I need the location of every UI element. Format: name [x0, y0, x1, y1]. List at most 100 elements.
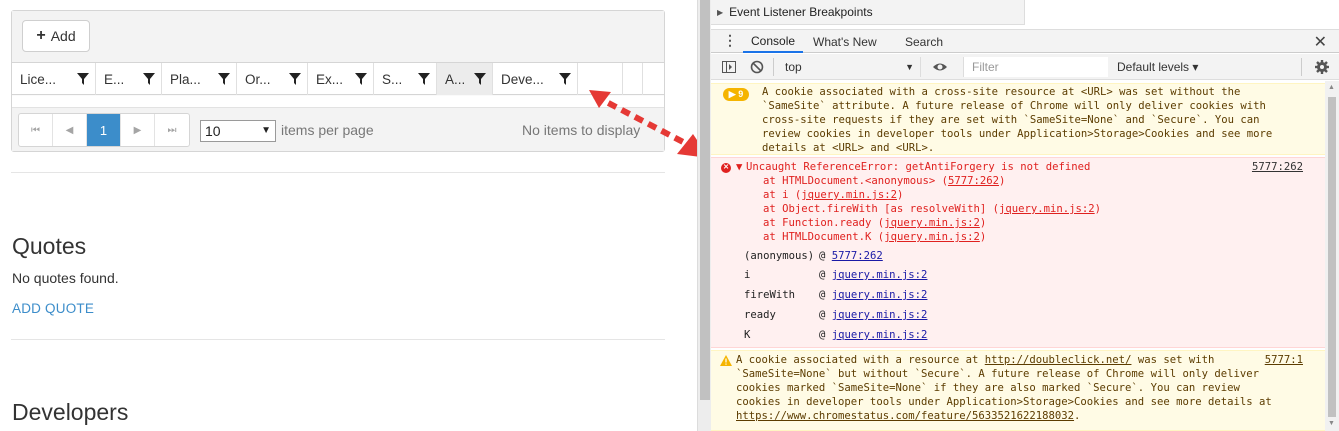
- column-header-order[interactable]: Or...: [237, 63, 308, 95]
- tab-console[interactable]: Console: [743, 30, 804, 53]
- filter-icon[interactable]: [474, 73, 486, 85]
- filter-icon[interactable]: [418, 73, 430, 85]
- filter-icon[interactable]: [77, 73, 89, 85]
- event-listener-breakpoints[interactable]: ▶ Event Listener Breakpoints: [711, 0, 1025, 25]
- stack-text: ): [896, 189, 904, 201]
- clear-console-icon[interactable]: [749, 59, 765, 75]
- console-scrollbar[interactable]: ▲ ▼: [1325, 81, 1339, 431]
- stack-link[interactable]: jquery.min.js:2: [884, 217, 980, 229]
- grid-pager: ⏮ ◀ 1 ▶ ⏭ 10 ▼ items per page No items t…: [12, 107, 664, 151]
- repeat-count: 9: [738, 89, 744, 99]
- log-levels-dropdown[interactable]: Default levels ▾: [1117, 57, 1198, 77]
- console-warning-message[interactable]: A cookie associated with a resource at h…: [711, 350, 1325, 431]
- frame-link[interactable]: jquery.min.js:2: [832, 329, 928, 341]
- sidebar-toggle-icon[interactable]: [721, 59, 737, 75]
- grid-body: [12, 96, 664, 107]
- developers-title: Developers: [12, 399, 129, 425]
- stack-line: at HTMLDocument.<anonymous> (5777:262): [763, 175, 1005, 189]
- warning-source-link[interactable]: 5777:1: [1265, 354, 1303, 368]
- filter-icon[interactable]: [289, 73, 301, 85]
- column-label: Lice...: [20, 71, 57, 87]
- gear-icon[interactable]: [1314, 59, 1330, 75]
- page-1-button[interactable]: 1: [87, 114, 121, 146]
- column-header-a[interactable]: A...: [437, 63, 493, 95]
- filter-icon[interactable]: [143, 73, 155, 85]
- stack-link[interactable]: jquery.min.js:2: [999, 203, 1095, 215]
- quotes-empty-text: No quotes found.: [12, 270, 119, 286]
- context-select[interactable]: top ▼: [781, 57, 921, 77]
- message-link[interactable]: http://doubleclick.net/: [985, 354, 1132, 366]
- message-link[interactable]: https://www.chromestatus.com/feature/563…: [736, 410, 1074, 422]
- frame-function: K: [744, 329, 751, 341]
- column-label: S...: [382, 71, 403, 87]
- frame-location: @ jquery.min.js:2: [819, 329, 928, 341]
- column-header-developer[interactable]: Deve...: [493, 63, 578, 95]
- eye-icon[interactable]: [932, 59, 948, 75]
- column-label: Or...: [245, 71, 271, 87]
- add-button[interactable]: + Add: [22, 20, 90, 52]
- column-header-e[interactable]: E...: [96, 63, 162, 95]
- column-header-expiry[interactable]: Ex...: [308, 63, 374, 95]
- tab-whats-new[interactable]: What's New: [805, 30, 885, 53]
- next-page-button[interactable]: ▶: [121, 114, 155, 146]
- frame-function: ready: [744, 309, 776, 321]
- grid-header: Lice... E... Pla... Or... Ex... S... A..…: [12, 63, 664, 95]
- tab-search[interactable]: Search: [897, 30, 951, 53]
- page-number: 1: [99, 122, 108, 138]
- console-filter-input[interactable]: Filter: [963, 57, 1108, 77]
- column-label: Ex...: [316, 71, 344, 87]
- scroll-up-icon[interactable]: ▲: [1328, 84, 1335, 91]
- column-header-platform[interactable]: Pla...: [162, 63, 237, 95]
- message-line: review cookies in developer tools under …: [762, 128, 1273, 140]
- message-line: cookies marked `SameSite=None` if they a…: [736, 382, 1240, 394]
- scroll-down-icon[interactable]: ▼: [1328, 420, 1335, 427]
- add-quote-link[interactable]: ADD QUOTE: [12, 301, 94, 316]
- stack-text: ): [979, 217, 987, 229]
- page-size-select[interactable]: 10 ▼: [200, 120, 276, 142]
- message-text: was set with: [1131, 354, 1215, 366]
- stack-link[interactable]: jquery.min.js:2: [884, 231, 980, 243]
- stack-text: at i (: [763, 189, 802, 201]
- first-page-button[interactable]: ⏮: [19, 114, 53, 146]
- message-text: A cookie associated with a resource at: [736, 354, 985, 366]
- frame-link[interactable]: jquery.min.js:2: [832, 269, 928, 281]
- error-source-link[interactable]: 5777:262: [1252, 161, 1303, 175]
- column-header-s[interactable]: S...: [374, 63, 437, 95]
- last-page-button[interactable]: ⏭: [155, 114, 189, 146]
- repeat-count-badge: ▶ 9: [723, 88, 749, 101]
- frame-link[interactable]: jquery.min.js:2: [832, 309, 928, 321]
- stack-link[interactable]: jquery.min.js:2: [801, 189, 897, 201]
- stack-line: at Object.fireWith [as resolveWith] (jqu…: [763, 203, 1101, 217]
- expand-triangle-icon: ▶: [717, 7, 724, 17]
- frame-link[interactable]: 5777:262: [832, 250, 883, 262]
- stack-line: at i (jquery.min.js:2): [763, 189, 903, 203]
- close-icon[interactable]: ✕: [1314, 32, 1327, 52]
- column-header-license[interactable]: Lice...: [12, 63, 96, 95]
- page-scrollbar[interactable]: [697, 0, 711, 431]
- filter-icon[interactable]: [559, 73, 571, 85]
- message-line: cross-site requests if they are set with…: [762, 114, 1260, 126]
- column-label: E...: [104, 71, 125, 87]
- section-label: Event Listener Breakpoints: [729, 5, 873, 19]
- console-error-message[interactable]: ✕ ▼ Uncaught ReferenceError: getAntiForg…: [711, 157, 1325, 348]
- expand-triangle-icon[interactable]: ▼: [736, 161, 742, 175]
- message-line: cookies in developer tools under Applica…: [736, 396, 1272, 408]
- stack-text: at Object.fireWith [as resolveWith] (: [763, 203, 999, 215]
- divider: [11, 339, 665, 340]
- previous-page-button[interactable]: ◀: [53, 114, 87, 146]
- more-icon[interactable]: ⋮: [723, 33, 737, 47]
- scrollbar-thumb[interactable]: [700, 0, 710, 400]
- console-warning-message[interactable]: ▶ 9 A cookie associated with a cross-sit…: [711, 83, 1325, 155]
- message-line: `SameSite` attribute. A future release o…: [762, 100, 1266, 112]
- separator: [773, 58, 774, 76]
- filter-icon[interactable]: [218, 73, 230, 85]
- filter-icon[interactable]: [355, 73, 367, 85]
- caret-down-icon: ▼: [261, 125, 271, 136]
- next-page-icon: ▶: [133, 124, 142, 136]
- stack-link[interactable]: 5777:262: [948, 175, 999, 187]
- scrollbar-thumb[interactable]: [1328, 97, 1336, 417]
- context-value: top: [785, 60, 802, 74]
- frame-location: @ jquery.min.js:2: [819, 309, 928, 321]
- license-grid: + Add Lice... E... Pla... Or... Ex... S.…: [11, 10, 665, 152]
- frame-link[interactable]: jquery.min.js:2: [832, 289, 928, 301]
